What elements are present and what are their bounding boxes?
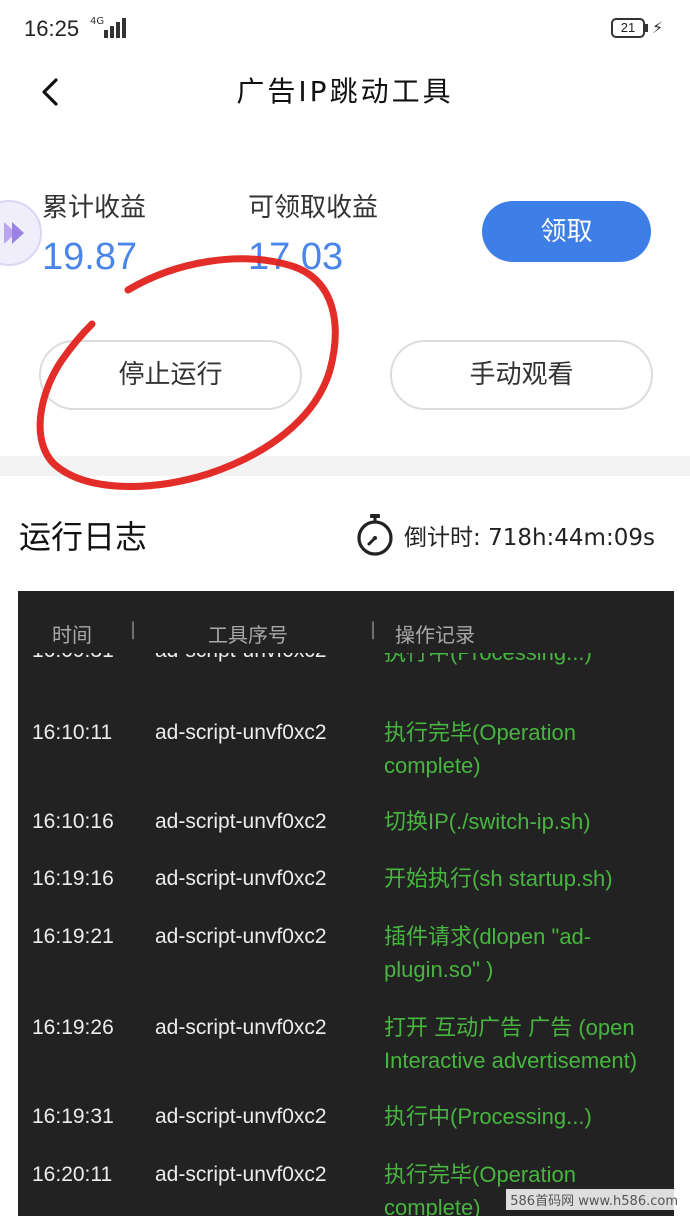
section-divider bbox=[0, 456, 690, 476]
log-tool: ad-script-unvf0xc2 bbox=[155, 1016, 327, 1039]
log-record: 执行中(Processing...) bbox=[384, 1104, 592, 1129]
log-tool: ad-script-unvf0xc2 bbox=[155, 721, 327, 744]
log-tool: ad-script-unvf0xc2 bbox=[155, 1163, 327, 1186]
log-time: 16:20:11 bbox=[32, 1163, 113, 1186]
countdown-value: 718h:44m:09s bbox=[488, 525, 655, 551]
log-time: 16:19:31 bbox=[32, 1105, 114, 1128]
log-time: 16:10:11 bbox=[32, 721, 113, 744]
total-earnings-value: 19.87 bbox=[42, 236, 138, 278]
claim-button[interactable]: 领取 bbox=[482, 201, 651, 262]
battery-level: 21 bbox=[620, 20, 636, 35]
stop-running-button[interactable]: 停止运行 bbox=[39, 340, 302, 410]
column-header-record: 操作记录 bbox=[395, 623, 475, 647]
log-tool: ad-script-unvf0xc2 bbox=[155, 1105, 327, 1128]
stopwatch-icon bbox=[355, 512, 395, 556]
log-tool: ad-script-unvf0xc2 bbox=[155, 925, 327, 948]
column-separator: | bbox=[130, 619, 137, 640]
log-record: 打开 互动广告 广告 (open Interactive advertiseme… bbox=[384, 1015, 638, 1073]
page-title: 广告IP跳动工具 bbox=[236, 75, 454, 108]
log-table[interactable]: 16:09:31 ad-script-unvf0xc2 执行中(Processi… bbox=[18, 591, 674, 1216]
status-time: 16:25 bbox=[24, 16, 80, 41]
battery-icon: 21 bbox=[611, 18, 645, 38]
log-tool: ad-script-unvf0xc2 bbox=[155, 810, 327, 833]
log-record: 执行中(Processing...) bbox=[384, 653, 674, 669]
battery-tip bbox=[645, 24, 648, 32]
countdown-label: 倒计时: bbox=[404, 525, 481, 551]
watermark: 586首码网 www.h586.com bbox=[506, 1189, 682, 1210]
claimable-earnings-value: 17.03 bbox=[248, 236, 344, 278]
status-bar: 16:25 4G 21 ⚡ bbox=[0, 0, 690, 58]
column-header-time: 时间 bbox=[52, 623, 92, 647]
column-header-tool: 工具序号 bbox=[208, 623, 288, 647]
log-time: 16:09:31 bbox=[32, 653, 114, 663]
log-tool: ad-script-unvf0xc2 bbox=[155, 867, 327, 890]
log-time: 16:19:21 bbox=[32, 925, 114, 948]
charging-icon: ⚡ bbox=[652, 18, 664, 37]
log-time: 16:19:26 bbox=[32, 1016, 114, 1039]
log-table-header: 时间 | 工具序号 | 操作记录 bbox=[18, 591, 674, 653]
log-record: 执行完毕(Operation complete) bbox=[384, 720, 576, 778]
log-section-title: 运行日志 bbox=[19, 518, 148, 556]
log-record: 开始执行(sh startup.sh) bbox=[384, 866, 613, 891]
log-time: 16:19:16 bbox=[32, 867, 114, 890]
manual-watch-button[interactable]: 手动观看 bbox=[390, 340, 653, 410]
side-float-icon[interactable] bbox=[0, 200, 42, 266]
log-record: 插件请求(dlopen "ad-plugin.so" ) bbox=[384, 924, 592, 982]
log-row: 16:09:31 ad-script-unvf0xc2 执行中(Processi… bbox=[18, 653, 674, 675]
network-type: 4G bbox=[90, 16, 105, 27]
countdown: 倒计时: 718h:44m:09s bbox=[404, 518, 655, 552]
total-earnings-label: 累计收益 bbox=[42, 193, 147, 223]
log-record: 切换IP(./switch-ip.sh) bbox=[384, 809, 591, 834]
claimable-earnings-label: 可领取收益 bbox=[248, 193, 379, 223]
log-time: 16:10:16 bbox=[32, 810, 114, 833]
column-separator: | bbox=[370, 619, 377, 640]
signal-icon bbox=[104, 18, 132, 38]
log-tool: ad-script-unvf0xc2 bbox=[155, 653, 327, 663]
